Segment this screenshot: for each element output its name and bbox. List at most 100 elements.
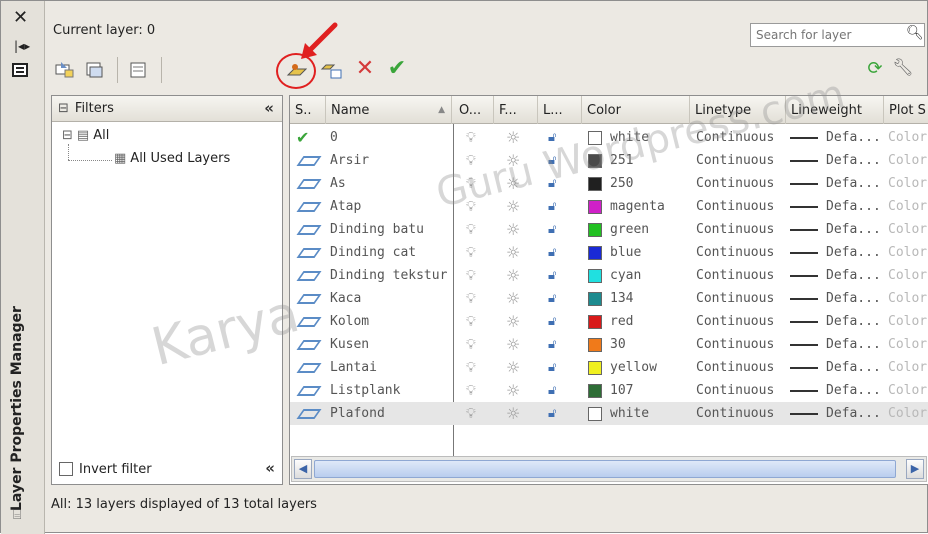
color-cell[interactable]: magenta [588, 195, 688, 218]
lineweight-cell[interactable]: Defa... [790, 264, 884, 287]
plot-style[interactable]: Color [888, 379, 928, 402]
lock-cell[interactable]: 🔓︎ [548, 195, 572, 218]
layer-name[interactable]: Dinding tekstur [330, 264, 452, 287]
sun-thaw-icon[interactable]: ☼ [506, 335, 520, 354]
freeze-cell[interactable]: ☼ [506, 241, 530, 264]
layer-name[interactable]: Kolom [330, 310, 452, 333]
unlock-icon[interactable]: 🔓︎ [548, 291, 556, 306]
linetype[interactable]: Continuous [696, 310, 786, 333]
lineweight-cell[interactable]: Defa... [790, 172, 884, 195]
sun-thaw-icon[interactable]: ☼ [506, 404, 520, 423]
column-header-plot-style[interactable]: Plot S [884, 96, 928, 124]
freeze-cell[interactable]: ☼ [506, 149, 530, 172]
freeze-cell[interactable]: ☼ [506, 287, 530, 310]
plot-style[interactable]: Color [888, 402, 928, 425]
collapse-filters-icon[interactable]: « [264, 99, 274, 117]
color-cell[interactable]: 134 [588, 287, 688, 310]
linetype[interactable]: Continuous [696, 126, 786, 149]
freeze-cell[interactable]: ☼ [506, 333, 530, 356]
linetype[interactable]: Continuous [696, 149, 786, 172]
column-header-color[interactable]: Color [582, 96, 690, 124]
lineweight-cell[interactable]: Defa... [790, 356, 884, 379]
layer-name[interactable]: Dinding batu [330, 218, 452, 241]
plot-style[interactable]: Color [888, 126, 928, 149]
plot-style[interactable]: Color [888, 310, 928, 333]
palette-menu-icon[interactable]: ⌸ [13, 507, 21, 523]
status-cell[interactable] [296, 333, 324, 356]
new-property-filter-icon[interactable] [53, 59, 77, 81]
layer-name[interactable]: Kaca [330, 287, 452, 310]
lightbulb-on-icon[interactable]: 💡︎ [466, 337, 476, 353]
freeze-cell[interactable]: ☼ [506, 310, 530, 333]
lineweight-cell[interactable]: Defa... [790, 126, 884, 149]
invert-filter-checkbox[interactable] [59, 462, 73, 476]
status-cell[interactable] [296, 402, 324, 425]
lineweight-cell[interactable]: Defa... [790, 287, 884, 310]
freeze-cell[interactable]: ☼ [506, 126, 530, 149]
color-cell[interactable]: green [588, 218, 688, 241]
on-off-cell[interactable]: 💡︎ [466, 402, 490, 425]
lock-cell[interactable]: 🔓︎ [548, 333, 572, 356]
unlock-icon[interactable]: 🔓︎ [548, 406, 556, 421]
sun-thaw-icon[interactable]: ☼ [506, 243, 520, 262]
linetype[interactable]: Continuous [696, 287, 786, 310]
lightbulb-on-icon[interactable]: 💡︎ [466, 314, 476, 330]
layer-name[interactable]: Kusen [330, 333, 452, 356]
lock-cell[interactable]: 🔓︎ [548, 241, 572, 264]
layer-row[interactable]: Listplank 💡︎ ☼ 🔓︎ 107 Continuous Defa... Color [290, 379, 928, 402]
lineweight-cell[interactable]: Defa... [790, 195, 884, 218]
layer-states-manager-icon[interactable] [127, 59, 151, 81]
scroll-thumb[interactable] [314, 460, 896, 478]
freeze-cell[interactable]: ☼ [506, 218, 530, 241]
status-cell[interactable] [296, 195, 324, 218]
linetype[interactable]: Continuous [696, 172, 786, 195]
unlock-icon[interactable]: 🔓︎ [548, 314, 556, 329]
plot-style[interactable]: Color [888, 356, 928, 379]
lock-cell[interactable]: 🔓︎ [548, 172, 572, 195]
layer-row[interactable]: Lantai 💡︎ ☼ 🔓︎ yellow Continuous Defa... Color [290, 356, 928, 379]
close-icon[interactable]: ✕ [13, 7, 28, 28]
lineweight-cell[interactable]: Defa... [790, 402, 884, 425]
freeze-cell[interactable]: ☼ [506, 356, 530, 379]
lightbulb-on-icon[interactable]: 💡︎ [466, 199, 476, 215]
layer-row[interactable]: Kaca 💡︎ ☼ 🔓︎ 134 Continuous Defa... Color [290, 287, 928, 310]
freeze-cell[interactable]: ☼ [506, 172, 530, 195]
on-off-cell[interactable]: 💡︎ [466, 264, 490, 287]
auto-hide-icon[interactable]: |◂▸ [14, 39, 30, 53]
sun-thaw-icon[interactable]: ☼ [506, 174, 520, 193]
layer-row[interactable]: Arsir 💡︎ ☼ 🔓︎ 251 Continuous Defa... Color [290, 149, 928, 172]
column-header-lineweight[interactable]: Lineweight [786, 96, 884, 124]
freeze-cell[interactable]: ☼ [506, 402, 530, 425]
unlock-icon[interactable]: 🔓︎ [548, 222, 556, 237]
plot-style[interactable]: Color [888, 172, 928, 195]
layer-row[interactable]: Dinding tekstur 💡︎ ☼ 🔓︎ cyan Continuous Defa..… [290, 264, 928, 287]
color-cell[interactable]: blue [588, 241, 688, 264]
unlock-icon[interactable]: 🔓︎ [548, 130, 556, 145]
status-cell[interactable] [296, 310, 324, 333]
on-off-cell[interactable]: 💡︎ [466, 195, 490, 218]
lightbulb-on-icon[interactable]: 💡︎ [466, 291, 476, 307]
lock-cell[interactable]: 🔓︎ [548, 149, 572, 172]
linetype[interactable]: Continuous [696, 218, 786, 241]
on-off-cell[interactable]: 💡︎ [466, 241, 490, 264]
properties-icon[interactable] [12, 63, 28, 77]
layer-row[interactable]: Kusen 💡︎ ☼ 🔓︎ 30 Continuous Defa... Color [290, 333, 928, 356]
horizontal-scrollbar[interactable]: ◀ ▶ [291, 456, 927, 482]
color-cell[interactable]: 107 [588, 379, 688, 402]
lock-cell[interactable]: 🔓︎ [548, 264, 572, 287]
linetype[interactable]: Continuous [696, 241, 786, 264]
unlock-icon[interactable]: 🔓︎ [548, 360, 556, 375]
status-cell[interactable] [296, 241, 324, 264]
color-cell[interactable]: cyan [588, 264, 688, 287]
lock-cell[interactable]: 🔓︎ [548, 356, 572, 379]
lock-cell[interactable]: 🔓︎ [548, 287, 572, 310]
on-off-cell[interactable]: 💡︎ [466, 333, 490, 356]
layer-name[interactable]: 0 [330, 126, 452, 149]
lightbulb-on-icon[interactable]: 💡︎ [466, 130, 476, 146]
status-cell[interactable]: ✔ [296, 126, 324, 149]
sun-thaw-icon[interactable]: ☼ [506, 220, 520, 239]
column-header-status[interactable]: S.. [290, 96, 326, 124]
freeze-cell[interactable]: ☼ [506, 195, 530, 218]
layer-row[interactable]: Dinding batu 💡︎ ☼ 🔓︎ green Continuous Defa... C… [290, 218, 928, 241]
column-header-linetype[interactable]: Linetype [690, 96, 786, 124]
